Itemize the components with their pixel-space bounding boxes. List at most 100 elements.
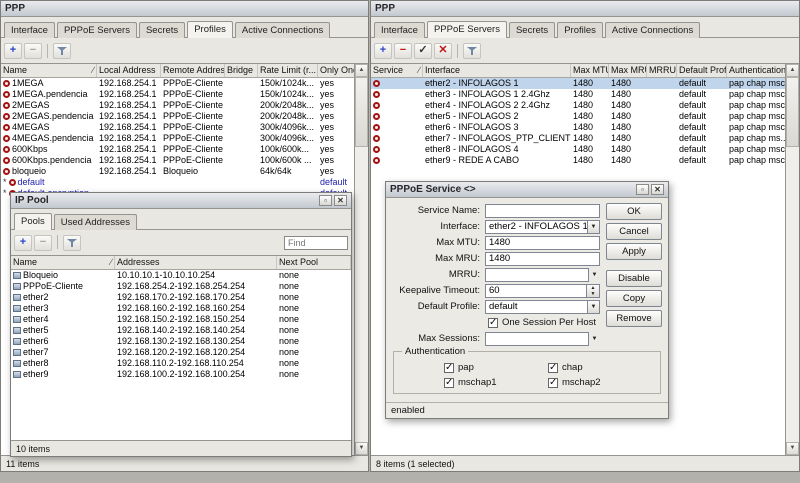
remove-button[interactable]: − [24,43,42,59]
tab-profiles[interactable]: Profiles [187,21,233,38]
window-titlebar[interactable]: IP Pool ▫✕ [11,193,351,209]
add-button[interactable]: + [14,235,32,251]
spinner[interactable]: ▲ ▼ [587,284,600,298]
table-row[interactable]: ether3 - INFOLAGOS 1 2.4Ghz14801480defau… [371,89,785,100]
dropdown-icon[interactable]: ▼ [587,220,600,234]
remove-button[interactable]: − [394,43,412,59]
table-row[interactable]: ether2192.168.170.2-192.168.170.254none [11,292,351,303]
column-header-next-pool[interactable]: Next Pool [277,256,351,269]
table-row[interactable]: 1MEGA.pendencia192.168.254.1PPPoE-Client… [1,89,354,100]
filter-button[interactable] [463,43,481,59]
spinner-down-icon[interactable]: ▼ [587,291,599,297]
column-header-default-profile[interactable]: Default Profile [677,64,727,77]
vertical-scrollbar[interactable]: ▲ ▼ [785,64,799,455]
table-row[interactable]: Bloqueio10.10.10.1-10.10.10.254none [11,270,351,281]
dropdown-icon[interactable]: ▼ [589,336,600,342]
table-row[interactable]: ether9192.168.100.2-192.168.100.254none [11,369,351,380]
copy-button[interactable]: Copy [606,290,662,307]
dropdown-icon[interactable]: ▼ [587,300,600,314]
tab-active-connections[interactable]: Active Connections [235,22,330,38]
table-row[interactable]: *defaultdefault [1,177,354,188]
column-header-bridge[interactable]: Bridge [225,64,258,77]
table-row[interactable]: ether8 - INFOLAGOS 414801480defaultpap c… [371,144,785,155]
enable-button[interactable]: ✓ [414,43,432,59]
table-row[interactable]: 2MEGAS.pendencia192.168.254.1PPPoE-Clien… [1,111,354,122]
table-row[interactable]: 4MEGAS.pendencia192.168.254.1PPPoE-Clien… [1,133,354,144]
find-input[interactable] [284,236,348,250]
close-button[interactable]: ✕ [651,184,664,195]
one-session-checkbox[interactable] [488,318,498,328]
column-header-name[interactable]: Name∕ [11,256,115,269]
tab-pppoe-servers[interactable]: PPPoE Servers [427,21,507,38]
max-mtu-input[interactable] [485,236,600,250]
mschap2-checkbox[interactable] [548,378,558,388]
scroll-up-icon[interactable]: ▲ [355,64,368,77]
vertical-scrollbar[interactable]: ▲ ▼ [354,64,368,455]
mschap1-checkbox[interactable] [444,378,454,388]
table-row[interactable]: ether4192.168.150.2-192.168.150.254none [11,314,351,325]
add-button[interactable]: + [4,43,22,59]
scroll-track[interactable] [786,147,799,442]
tab-interface[interactable]: Interface [374,22,425,38]
column-header-only-one[interactable]: Only One [318,64,354,77]
scroll-thumb[interactable] [786,77,799,147]
table-row[interactable]: ether6192.168.130.2-192.168.130.254none [11,336,351,347]
column-header-interface[interactable]: Interface [423,64,571,77]
default-profile-select[interactable]: default ▼ [485,300,600,314]
tab-pppoe-servers[interactable]: PPPoE Servers [57,22,137,38]
table-row[interactable]: bloqueio192.168.254.1Bloqueio64k/64kyes [1,166,354,177]
tab-used-addresses[interactable]: Used Addresses [54,214,137,230]
table-row[interactable]: 4MEGAS192.168.254.1PPPoE-Cliente300k/409… [1,122,354,133]
tab-active-connections[interactable]: Active Connections [605,22,700,38]
window-titlebar[interactable]: PPP [371,1,799,17]
chap-checkbox[interactable] [548,363,558,373]
table-row[interactable]: ether9 - REDE A CABO14801480defaultpap c… [371,155,785,166]
tab-pools[interactable]: Pools [14,213,52,230]
table-row[interactable]: ether7192.168.120.2-192.168.120.254none [11,347,351,358]
tab-secrets[interactable]: Secrets [139,22,185,38]
scroll-up-icon[interactable]: ▲ [786,64,799,77]
table-row[interactable]: ether7 - INFOLAGOS_PTP_CLIENTES14801480d… [371,133,785,144]
table-row[interactable]: ether4 - INFOLAGOS 2 2.4Ghz14801480defau… [371,100,785,111]
interface-select[interactable]: ether2 - INFOLAGOS 1 ▼ [485,220,600,234]
close-button[interactable]: ✕ [334,195,347,206]
max-mru-input[interactable] [485,252,600,266]
max-sessions-input[interactable] [485,332,589,346]
filter-button[interactable] [53,43,71,59]
table-row[interactable]: PPPoE-Cliente192.168.254.2-192.168.254.2… [11,281,351,292]
remove-button[interactable]: Remove [606,310,662,327]
scroll-down-icon[interactable]: ▼ [786,442,799,455]
table-row[interactable]: 600Kbps.pendencia192.168.254.1PPPoE-Clie… [1,155,354,166]
table-row[interactable]: 2MEGAS192.168.254.1PPPoE-Cliente200k/204… [1,100,354,111]
column-header-authentication[interactable]: Authentication [727,64,785,77]
column-header-service[interactable]: Service∕ [371,64,423,77]
disable-button[interactable]: Disable [606,270,662,287]
table-row[interactable]: 1MEGA192.168.254.1PPPoE-Cliente150k/1024… [1,78,354,89]
table-row[interactable]: ether5 - INFOLAGOS 214801480defaultpap c… [371,111,785,122]
mrru-input[interactable] [485,268,589,282]
service-name-input[interactable] [485,204,600,218]
add-button[interactable]: + [374,43,392,59]
tab-interface[interactable]: Interface [4,22,55,38]
column-header-max-mru[interactable]: Max MRU [609,64,647,77]
column-header-rate-limit-r-[interactable]: Rate Limit (r... [258,64,318,77]
minimize-button[interactable]: ▫ [319,195,332,206]
column-header-remote-address[interactable]: Remote Address [161,64,225,77]
cancel-button[interactable]: Cancel [606,223,662,240]
filter-button[interactable] [63,235,81,251]
scroll-track[interactable] [355,147,368,442]
minimize-button[interactable]: ▫ [636,184,649,195]
column-header-mrru[interactable]: MRRU [647,64,677,77]
tab-secrets[interactable]: Secrets [509,22,555,38]
dialog-titlebar[interactable]: PPPoE Service <> ▫✕ [386,182,668,198]
column-header-max-mtu[interactable]: Max MTU [571,64,609,77]
table-row[interactable]: 600Kbps192.168.254.1PPPoE-Cliente100k/60… [1,144,354,155]
apply-button[interactable]: Apply [606,243,662,260]
remove-button[interactable]: − [34,235,52,251]
window-titlebar[interactable]: PPP [1,1,368,17]
disable-button[interactable]: ✕ [434,43,452,59]
column-header-addresses[interactable]: Addresses [115,256,277,269]
column-header-name[interactable]: Name∕ [1,64,97,77]
table-row[interactable]: ether3192.168.160.2-192.168.160.254none [11,303,351,314]
scroll-thumb[interactable] [355,77,368,147]
